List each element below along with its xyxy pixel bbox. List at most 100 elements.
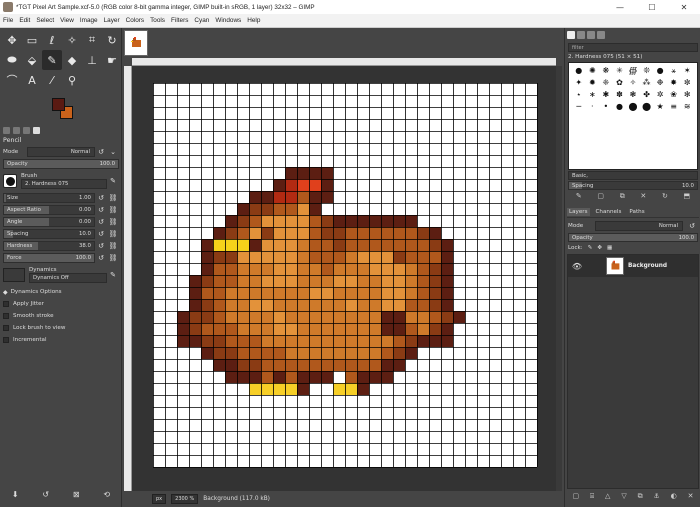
tab-patterns[interactable]	[577, 31, 585, 39]
save-options-icon[interactable]: ⬇	[12, 490, 19, 499]
edit-brush-icon[interactable]: ✎	[107, 176, 119, 186]
eraser-tool-icon[interactable]: ◆	[62, 50, 82, 70]
brush-preset[interactable]: ≡	[667, 102, 681, 114]
open-brush-icon[interactable]: ⬒	[684, 192, 691, 201]
brush-preset[interactable]: ·	[586, 102, 600, 114]
layer-row[interactable]: 👁 Background	[568, 255, 698, 277]
reset-layer-mode-icon[interactable]: ↺	[686, 221, 698, 231]
layer-name[interactable]: Background	[628, 263, 667, 269]
lower-layer-icon[interactable]: ▽	[621, 492, 626, 501]
delete-options-icon[interactable]: ⊠	[73, 490, 80, 499]
chain-link-icon[interactable]: ⛓	[107, 205, 119, 215]
brush-preset[interactable]: ❃	[626, 90, 640, 102]
lock-brush-checkbox[interactable]	[3, 325, 9, 331]
brush-preset[interactable]: ✺	[586, 66, 600, 78]
edit-dynamics-icon[interactable]: ✎	[107, 270, 119, 280]
menu-filters[interactable]: Filters	[171, 17, 188, 24]
force-slider[interactable]: Force 100.0	[3, 253, 95, 263]
tab-fonts[interactable]	[587, 31, 595, 39]
brush-filter-input[interactable]: filter	[568, 43, 698, 52]
layer-opacity-slider[interactable]: Opacity 100.0	[568, 233, 698, 242]
brush-name-field[interactable]: 2. Hardness 075	[21, 179, 107, 189]
reset-spacing-icon[interactable]: ↺	[95, 229, 107, 239]
brush-preset[interactable]: ─	[572, 102, 586, 114]
reset-mode-icon[interactable]: ↺	[95, 147, 107, 157]
brush-preset[interactable]: ❈	[599, 78, 613, 90]
brush-preset[interactable]: ✻	[680, 90, 694, 102]
tab-device-status[interactable]	[13, 126, 20, 134]
brush-preset[interactable]: ❋	[599, 66, 613, 78]
menu-tools[interactable]: Tools	[150, 17, 165, 24]
menu-image[interactable]: Image	[80, 17, 98, 24]
brush-preset[interactable]: ≋	[680, 102, 694, 114]
brush-grid[interactable]: ● ✺ ❋ ✳ ∰ ❊ ● ⚹ ✶ ✦ ✹ ❈ ✿ ✧ ⁂ ❉ ✸ ✼ ⋆ ∗ ✱ ✽ ❃ ✤ ✲ ❀ ✻ ─ · • ● ⬤ ⬤ ★ ≡ ≋	[568, 62, 698, 170]
warp-tool-icon[interactable]: ⬬	[2, 50, 22, 70]
tab-document-history[interactable]	[597, 31, 605, 39]
menu-file[interactable]: File	[3, 17, 13, 24]
fuzzy-select-tool-icon[interactable]: ✧	[62, 30, 82, 50]
dynamics-preview[interactable]	[3, 268, 25, 282]
zoom-combo[interactable]: 2300 %	[171, 494, 199, 504]
reset-aspect-icon[interactable]: ↺	[95, 205, 107, 215]
chain-link-icon[interactable]: ⛓	[107, 253, 119, 263]
brush-spacing-slider[interactable]: Spacing 10.0	[568, 181, 698, 190]
chevron-down-icon[interactable]: ⌄	[107, 147, 119, 157]
brush-preset[interactable]: ●	[653, 66, 667, 78]
pencil-tool-icon[interactable]: ✎	[42, 50, 62, 70]
spacing-slider[interactable]: Spacing 10.0	[3, 229, 95, 239]
maximize-button[interactable]: ☐	[636, 3, 668, 12]
brush-preset[interactable]: ✿	[613, 78, 627, 90]
brush-preset[interactable]: ✦	[572, 78, 586, 90]
lock-pixels-icon[interactable]: ✎	[588, 245, 593, 251]
horizontal-ruler[interactable]	[132, 58, 556, 66]
text-tool-icon[interactable]: A	[22, 70, 42, 90]
layer-mode-combo[interactable]: Normal	[595, 220, 683, 231]
brush-preset[interactable]: ⁂	[640, 78, 654, 90]
brush-preset[interactable]: ✼	[680, 78, 694, 90]
menu-help[interactable]: Help	[247, 17, 260, 24]
reset-angle-icon[interactable]: ↺	[95, 217, 107, 227]
brush-preset[interactable]: ✧	[626, 78, 640, 90]
rect-select-tool-icon[interactable]: ▭	[22, 30, 42, 50]
tab-brushes[interactable]	[567, 31, 575, 39]
size-slider[interactable]: Size 1.00	[3, 193, 95, 203]
brush-preset[interactable]: ✽	[613, 90, 627, 102]
dynamics-field[interactable]: Dynamics Off	[29, 273, 107, 283]
new-layer-icon[interactable]: ▢	[572, 492, 579, 501]
smudge-tool-icon[interactable]: ☛	[102, 50, 122, 70]
chain-link-icon[interactable]: ⛓	[107, 229, 119, 239]
tab-tool-options[interactable]	[3, 126, 10, 134]
image-tab-thumbnail[interactable]	[124, 30, 148, 56]
color-picker-tool-icon[interactable]: ⁄	[42, 70, 62, 90]
menu-select[interactable]: Select	[36, 17, 54, 24]
reset-force-icon[interactable]: ↺	[95, 253, 107, 263]
expander-icon[interactable]: ◆	[3, 289, 8, 296]
new-brush-icon[interactable]: ▢	[597, 192, 604, 201]
brush-tag-combo[interactable]: Basic,	[568, 171, 698, 180]
canvas-viewport[interactable]	[132, 66, 556, 492]
layer-mask-icon[interactable]: ◐	[671, 492, 677, 501]
brush-preset[interactable]: ✹	[586, 78, 600, 90]
minimize-button[interactable]: —	[604, 3, 636, 12]
reset-hardness-icon[interactable]: ↺	[95, 241, 107, 251]
rotate-tool-icon[interactable]: ↻	[102, 30, 122, 50]
menu-view[interactable]: View	[60, 17, 74, 24]
tab-images[interactable]	[33, 126, 40, 134]
menu-windows[interactable]: Windows	[215, 17, 241, 24]
anchor-layer-icon[interactable]: ⚓	[654, 492, 660, 501]
apply-jitter-checkbox[interactable]	[3, 301, 9, 307]
brush-preset[interactable]: ⬤	[626, 102, 640, 114]
clone-tool-icon[interactable]: ⊥	[82, 50, 102, 70]
chain-link-icon[interactable]: ⛓	[107, 217, 119, 227]
brush-preset[interactable]: ✶	[680, 66, 694, 78]
brush-preset[interactable]: ⚹	[667, 66, 681, 78]
menu-cyan[interactable]: Cyan	[194, 17, 209, 24]
brush-preset[interactable]: •	[599, 102, 613, 114]
brush-preset[interactable]: ❊	[640, 66, 654, 78]
duplicate-brush-icon[interactable]: ⧉	[620, 192, 625, 201]
menu-layer[interactable]: Layer	[104, 17, 120, 24]
brush-preset[interactable]: ●	[613, 102, 627, 114]
brush-preset[interactable]: ⋆	[572, 90, 586, 102]
pixel-art-canvas[interactable]	[153, 83, 539, 469]
brush-preset[interactable]: ❉	[653, 78, 667, 90]
